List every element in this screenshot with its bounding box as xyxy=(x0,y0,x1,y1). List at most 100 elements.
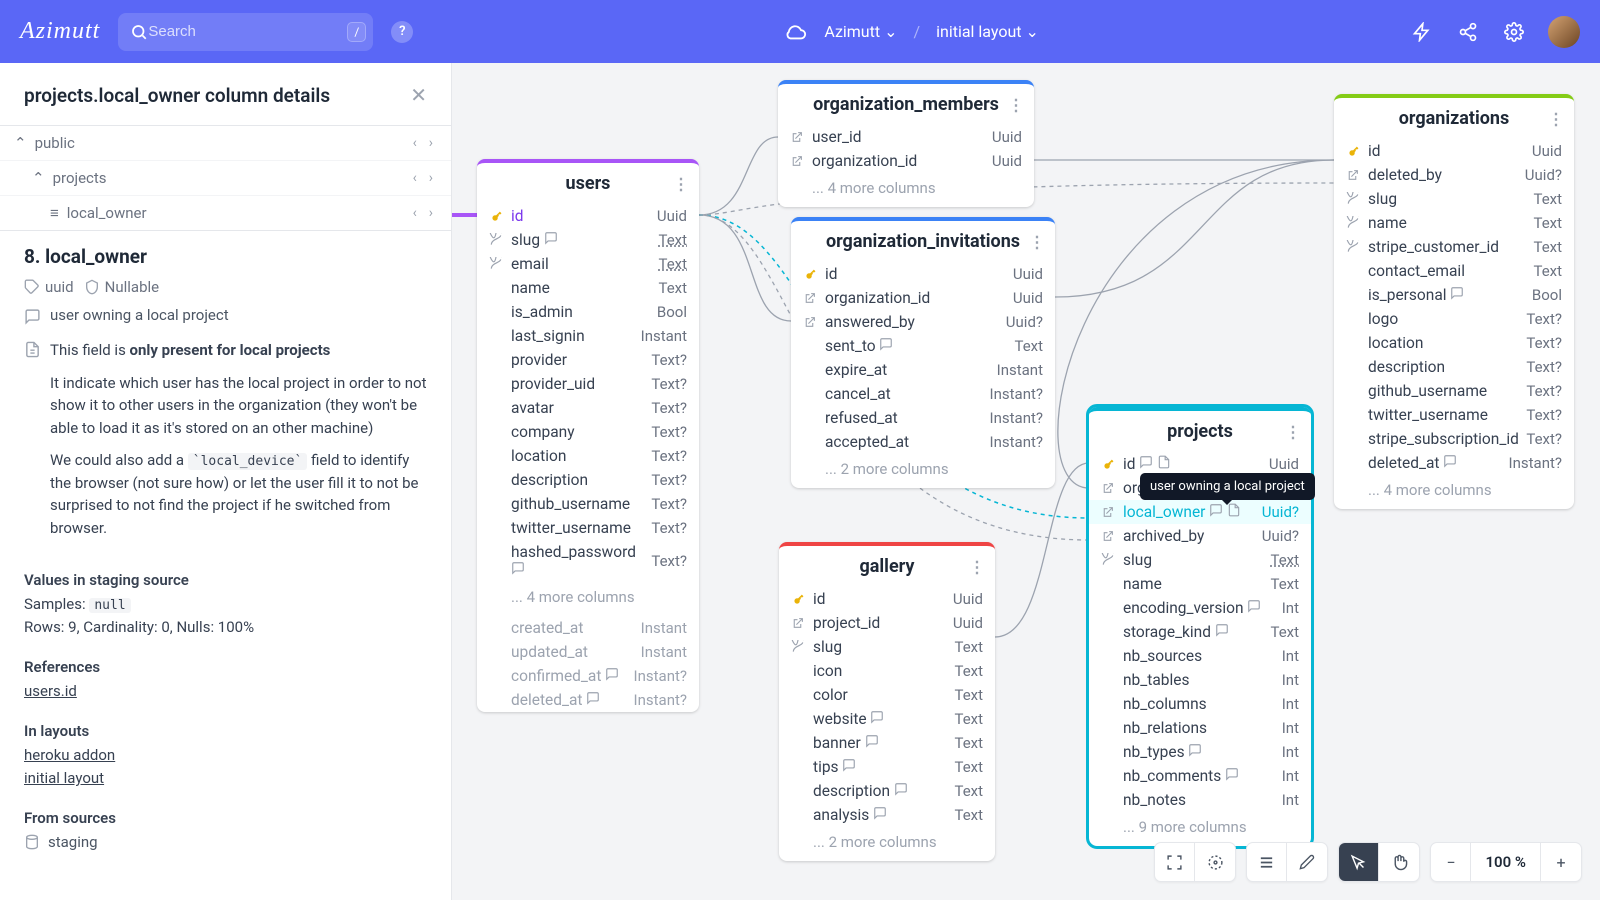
table-header[interactable]: users ⋮ xyxy=(477,163,699,204)
column-row[interactable]: provider_uid Text? xyxy=(477,372,699,396)
column-row[interactable]: email Text xyxy=(477,252,699,276)
column-row[interactable]: expire_at Instant xyxy=(791,358,1055,382)
prev-icon[interactable]: ‹ xyxy=(409,135,421,151)
column-row[interactable]: icon Text xyxy=(779,659,995,683)
prev-icon[interactable]: ‹ xyxy=(409,170,421,186)
column-row[interactable]: twitter_username Text? xyxy=(1334,403,1574,427)
column-row[interactable]: github_username Text? xyxy=(477,492,699,516)
column-row[interactable]: deleted_at Instant? xyxy=(1334,451,1574,475)
ref-link[interactable]: users.id xyxy=(24,682,427,700)
more-columns[interactable]: ... 4 more columns xyxy=(477,582,699,616)
column-row[interactable]: storage_kind Text xyxy=(1089,620,1311,644)
share-icon[interactable] xyxy=(1456,20,1480,44)
next-icon[interactable]: › xyxy=(425,205,437,221)
column-row[interactable]: github_username Text? xyxy=(1334,379,1574,403)
column-row[interactable]: tips Text xyxy=(779,755,995,779)
column-row[interactable]: slug Text xyxy=(477,228,699,252)
more-columns[interactable]: ... 4 more columns xyxy=(1334,475,1574,509)
column-row[interactable]: refused_at Instant? xyxy=(791,406,1055,430)
column-row[interactable]: nb_columns Int xyxy=(1089,692,1311,716)
column-row[interactable]: description Text? xyxy=(1334,355,1574,379)
fullscreen-button[interactable] xyxy=(1155,843,1195,881)
column-row[interactable]: is_admin Bool xyxy=(477,300,699,324)
table-org_members[interactable]: organization_members ⋮ user_id Uuid orga… xyxy=(778,80,1034,207)
column-row[interactable]: description Text xyxy=(779,779,995,803)
column-row[interactable]: location Text? xyxy=(477,444,699,468)
zoom-in-button[interactable]: + xyxy=(1541,843,1581,881)
table-menu-icon[interactable]: ⋮ xyxy=(673,174,689,193)
column-row[interactable]: id Uuid xyxy=(791,262,1055,286)
column-row[interactable]: name Text xyxy=(1089,572,1311,596)
table-menu-icon[interactable]: ⋮ xyxy=(1285,422,1301,441)
column-row[interactable]: answered_by Uuid? xyxy=(791,310,1055,334)
column-row[interactable]: stripe_subscription_id Text? xyxy=(1334,427,1574,451)
column-row[interactable]: archived_by Uuid? xyxy=(1089,524,1311,548)
column-row[interactable]: twitter_username Text? xyxy=(477,516,699,540)
more-columns[interactable]: ... 2 more columns xyxy=(779,827,995,861)
column-row[interactable]: color Text xyxy=(779,683,995,707)
column-row[interactable]: slug Text xyxy=(1334,187,1574,211)
layout-selector[interactable]: initial layout xyxy=(936,22,1039,41)
layout-link[interactable]: heroku addon xyxy=(24,746,427,764)
table-header[interactable]: projects ⋮ xyxy=(1089,411,1311,452)
layout-link[interactable]: initial layout xyxy=(24,769,427,787)
column-row[interactable]: cancel_at Instant? xyxy=(791,382,1055,406)
table-menu-icon[interactable]: ⋮ xyxy=(1548,109,1564,128)
pointer-button[interactable] xyxy=(1339,843,1379,881)
column-row[interactable]: contact_email Text xyxy=(1334,259,1574,283)
column-row[interactable]: provider Text? xyxy=(477,348,699,372)
edit-button[interactable] xyxy=(1287,843,1327,881)
column-row[interactable]: id Uuid xyxy=(1334,139,1574,163)
column-row[interactable]: nb_types Int xyxy=(1089,740,1311,764)
column-row[interactable]: slug Text xyxy=(779,635,995,659)
column-row[interactable]: name Text xyxy=(477,276,699,300)
next-icon[interactable]: › xyxy=(425,170,437,186)
column-row[interactable]: website Text xyxy=(779,707,995,731)
cloud-icon[interactable] xyxy=(784,20,808,44)
column-row[interactable]: is_personal Bool xyxy=(1334,283,1574,307)
column-row[interactable]: stripe_customer_id Text xyxy=(1334,235,1574,259)
column-row[interactable]: project_id Uuid xyxy=(779,611,995,635)
table-menu-icon[interactable]: ⋮ xyxy=(1029,232,1045,251)
column-row[interactable]: id Uuid xyxy=(779,587,995,611)
prev-icon[interactable]: ‹ xyxy=(409,205,421,221)
column-row[interactable]: nb_sources Int xyxy=(1089,644,1311,668)
table-header[interactable]: gallery ⋮ xyxy=(779,546,995,587)
project-selector[interactable]: Azimutt xyxy=(824,22,897,41)
column-row[interactable]: local_owner Uuid? xyxy=(1089,500,1311,524)
table-menu-icon[interactable]: ⋮ xyxy=(1008,95,1024,114)
column-row[interactable]: description Text? xyxy=(477,468,699,492)
column-row[interactable]: nb_tables Int xyxy=(1089,668,1311,692)
column-row[interactable]: logo Text? xyxy=(1334,307,1574,331)
more-columns[interactable]: ... 4 more columns xyxy=(778,173,1034,207)
table-orgs[interactable]: organizations ⋮ id Uuid deleted_by Uuid?… xyxy=(1334,94,1574,509)
column-row[interactable]: nb_relations Int xyxy=(1089,716,1311,740)
column-row[interactable]: deleted_by Uuid? xyxy=(1334,163,1574,187)
column-row[interactable]: deleted_at Instant? xyxy=(477,688,699,712)
column-row[interactable]: organization_id Uuid xyxy=(778,149,1034,173)
column-row[interactable]: company Text? xyxy=(477,420,699,444)
canvas[interactable]: users ⋮ id Uuid slug Text email Text nam… xyxy=(452,63,1600,900)
avatar[interactable] xyxy=(1548,16,1580,48)
search-input[interactable] xyxy=(148,23,347,40)
gear-icon[interactable] xyxy=(1502,20,1526,44)
column-row[interactable]: created_at Instant xyxy=(477,616,699,640)
fit-button[interactable] xyxy=(1195,843,1235,881)
search-box[interactable]: / xyxy=(118,13,373,51)
column-row[interactable]: nb_comments Int xyxy=(1089,764,1311,788)
more-columns[interactable]: ... 9 more columns xyxy=(1089,812,1311,846)
column-row[interactable]: slug Text xyxy=(1089,548,1311,572)
table-org_inv[interactable]: organization_invitations ⋮ id Uuid organ… xyxy=(791,217,1055,488)
column-row[interactable]: sent_to Text xyxy=(791,334,1055,358)
column-row[interactable]: confirmed_at Instant? xyxy=(477,664,699,688)
column-row[interactable]: last_signin Instant xyxy=(477,324,699,348)
close-icon[interactable]: ✕ xyxy=(410,83,427,107)
help-icon[interactable]: ? xyxy=(391,21,413,43)
crumb-row[interactable]: ⌃ public ‹› xyxy=(0,125,451,160)
column-row[interactable]: encoding_version Int xyxy=(1089,596,1311,620)
zoom-out-button[interactable]: − xyxy=(1431,843,1471,881)
bolt-icon[interactable] xyxy=(1410,20,1434,44)
column-row[interactable]: hashed_password Text? xyxy=(477,540,699,582)
table-header[interactable]: organization_invitations ⋮ xyxy=(791,221,1055,262)
column-row[interactable]: analysis Text xyxy=(779,803,995,827)
